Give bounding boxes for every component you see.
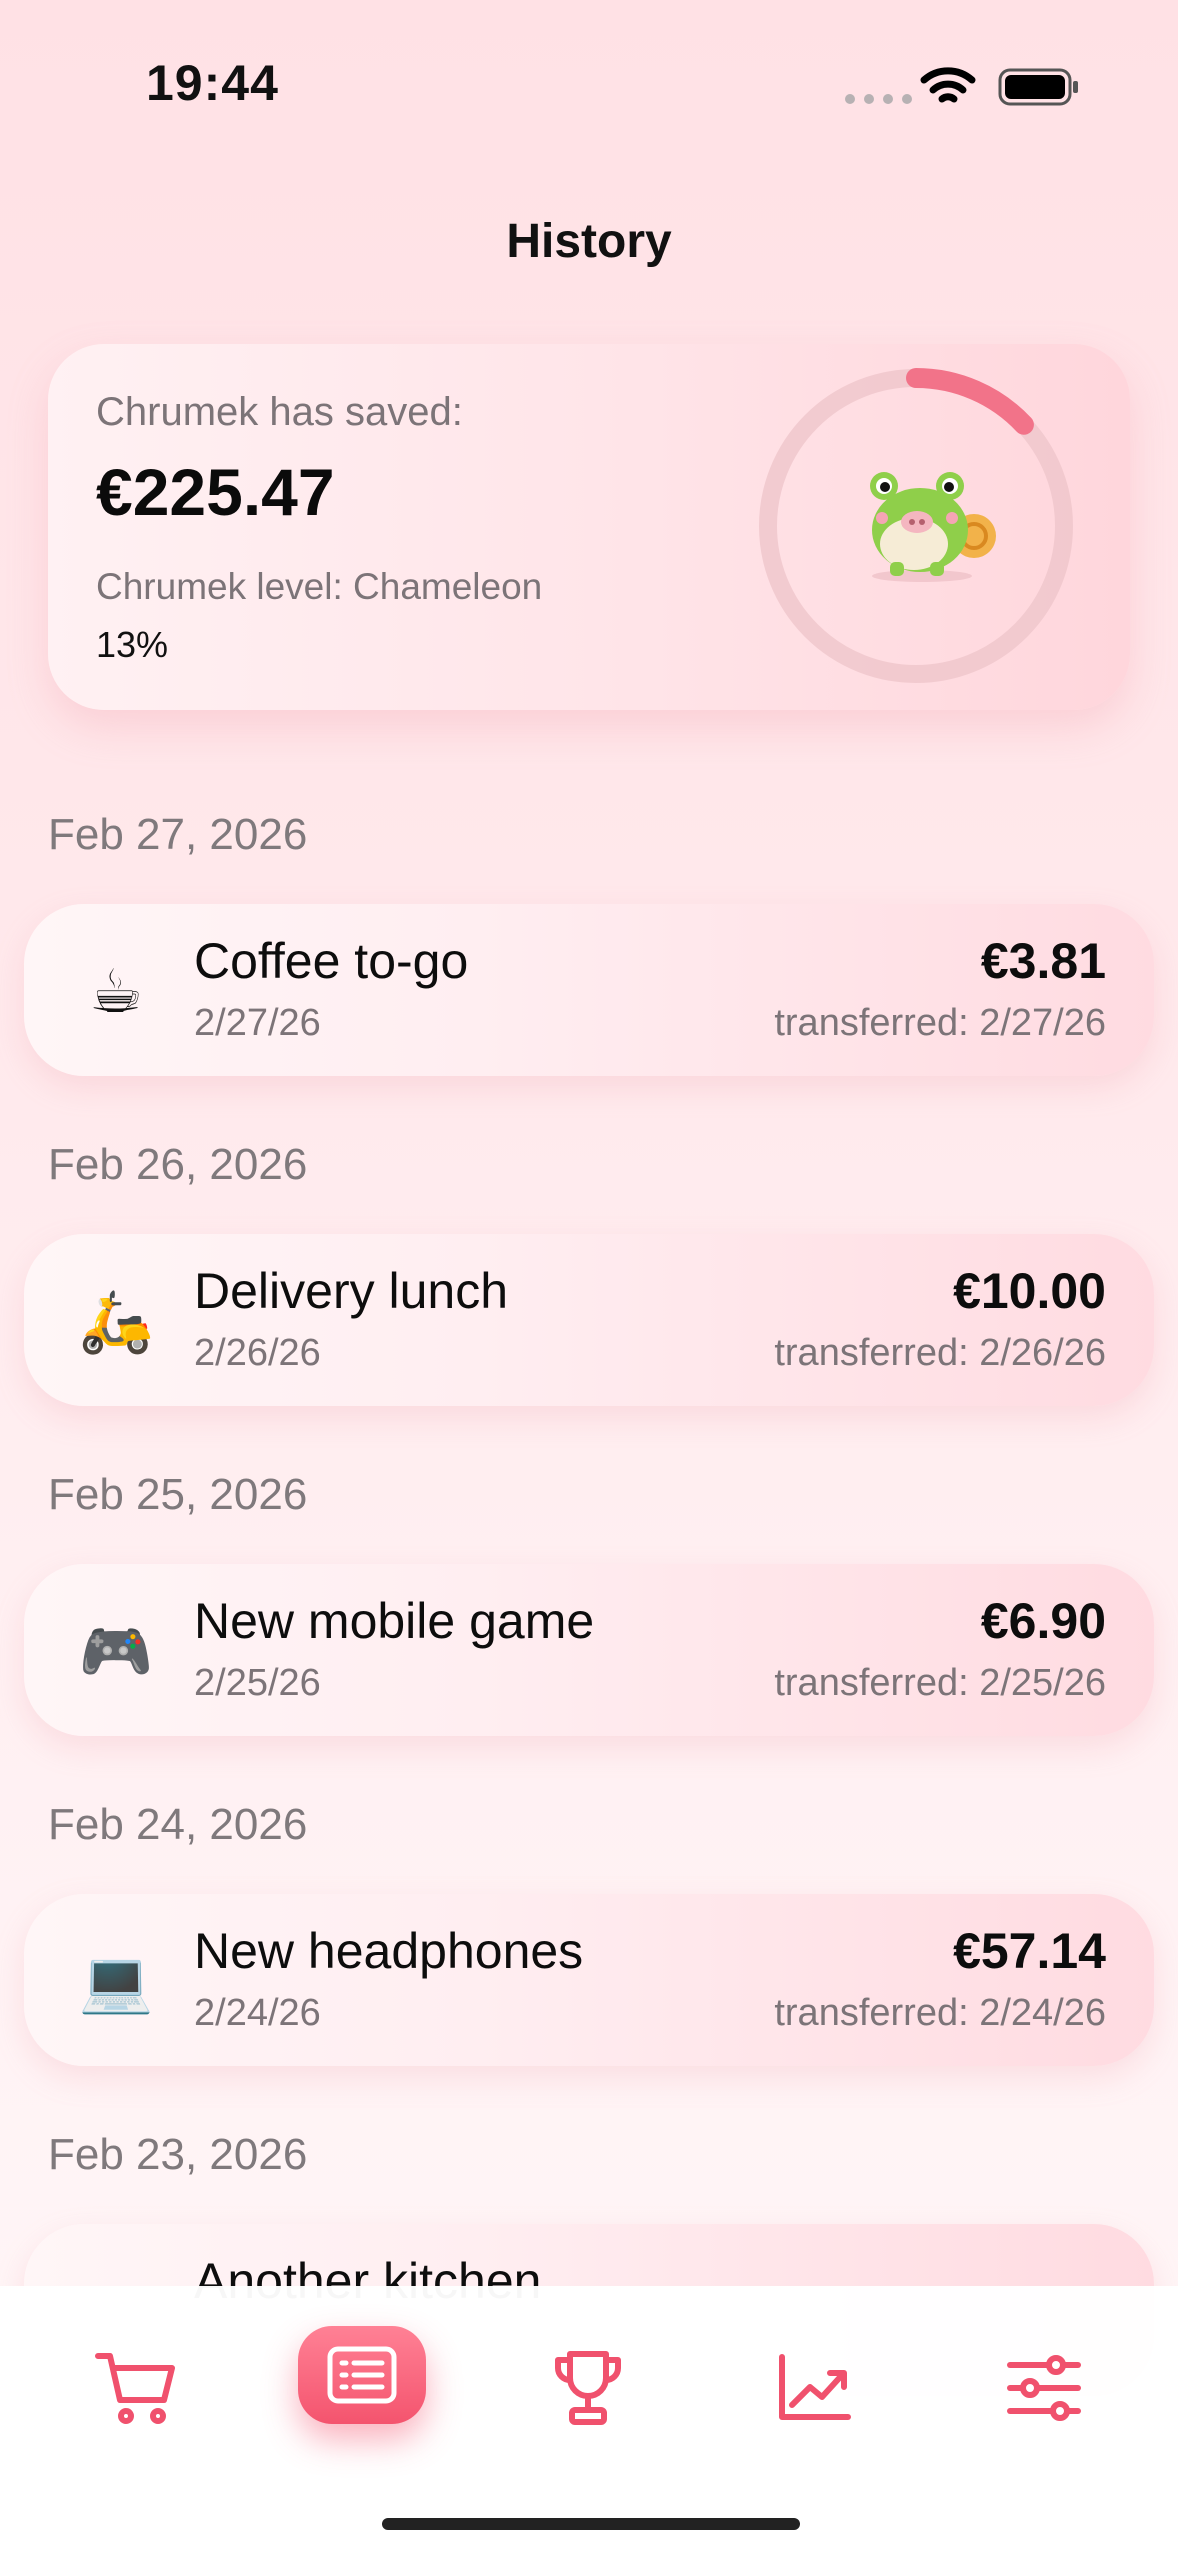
cart-icon — [95, 2353, 175, 2424]
entry-title: Delivery lunch — [194, 1263, 509, 1319]
sliders-icon — [1007, 2355, 1081, 2421]
scooter-icon: 🛵 — [78, 1288, 154, 1355]
trophy-icon — [555, 2351, 621, 2425]
page-title: History — [506, 215, 672, 268]
bottom-nav — [0, 2286, 1178, 2556]
history-entry-card[interactable]: 🎮 New mobile game 2/25/26 €6.90 transferred:… — [24, 1564, 1154, 1736]
nav-settings-button[interactable] — [994, 2338, 1094, 2438]
wifi-icon — [920, 67, 976, 103]
status-time: 19:44 — [146, 55, 279, 111]
home-indicator — [382, 2518, 800, 2530]
game-controller-icon: 🎮 — [78, 1618, 154, 1685]
savings-summary-card: Chrumek has saved: €225.47 Chrumek level… — [48, 344, 1130, 710]
chart-trend-icon — [779, 2354, 851, 2420]
coffee-icon: ☕ — [89, 958, 143, 1025]
laptop-icon: 💻 — [78, 1948, 154, 2015]
entry-amount: €57.14 — [953, 1923, 1106, 1979]
nav-stats-button[interactable] — [764, 2338, 864, 2438]
entry-amount: €6.90 — [980, 1593, 1106, 1649]
nav-history-button[interactable] — [298, 2326, 426, 2424]
entry-date: 2/25/26 — [194, 1662, 321, 1704]
nav-achievements-button[interactable] — [538, 2338, 638, 2438]
date-group-header: Feb 25, 2026 — [48, 1470, 308, 1519]
entry-date: 2/24/26 — [194, 1992, 321, 2034]
entry-title: New mobile game — [194, 1593, 595, 1649]
entry-title: Coffee to-go — [194, 933, 469, 989]
saved-label: Chrumek has saved: — [96, 390, 463, 434]
entry-transferred-date: transferred: 2/25/26 — [774, 1662, 1106, 1704]
level-label: Chrumek level: Chameleon — [96, 566, 543, 607]
entry-date: 2/27/26 — [194, 1002, 321, 1044]
battery-icon — [998, 68, 1078, 106]
history-list-icon — [327, 2346, 397, 2404]
date-group-header: Feb 27, 2026 — [48, 810, 308, 859]
date-group-header: Feb 23, 2026 — [48, 2130, 308, 2179]
history-entry-card[interactable]: ☕ Coffee to-go 2/27/26 €3.81 transferred: 2/… — [24, 904, 1154, 1076]
entry-transferred-date: transferred: 2/27/26 — [774, 1002, 1106, 1044]
date-group-header: Feb 26, 2026 — [48, 1140, 308, 1189]
cellular-signal-icon — [845, 94, 912, 104]
entry-amount: €10.00 — [953, 1263, 1106, 1319]
entry-amount: €3.81 — [980, 933, 1106, 989]
status-bar: 19:44 — [0, 0, 1178, 160]
level-percent: 13% — [96, 624, 169, 665]
nav-cart-button[interactable] — [86, 2338, 186, 2438]
entry-date: 2/26/26 — [194, 1332, 321, 1374]
saved-amount: €225.47 — [96, 455, 335, 529]
entry-transferred-date: transferred: 2/26/26 — [774, 1332, 1106, 1374]
date-group-header: Feb 24, 2026 — [48, 1800, 308, 1849]
chameleon-pig-icon — [870, 472, 996, 582]
history-entry-card[interactable]: 🛵 Delivery lunch 2/26/26 €10.00 transferred:… — [24, 1234, 1154, 1406]
history-entry-card[interactable]: 💻 New headphones 2/24/26 €57.14 transferred:… — [24, 1894, 1154, 2066]
entry-transferred-date: transferred: 2/24/26 — [774, 1992, 1106, 2034]
entry-title: New headphones — [194, 1923, 584, 1979]
